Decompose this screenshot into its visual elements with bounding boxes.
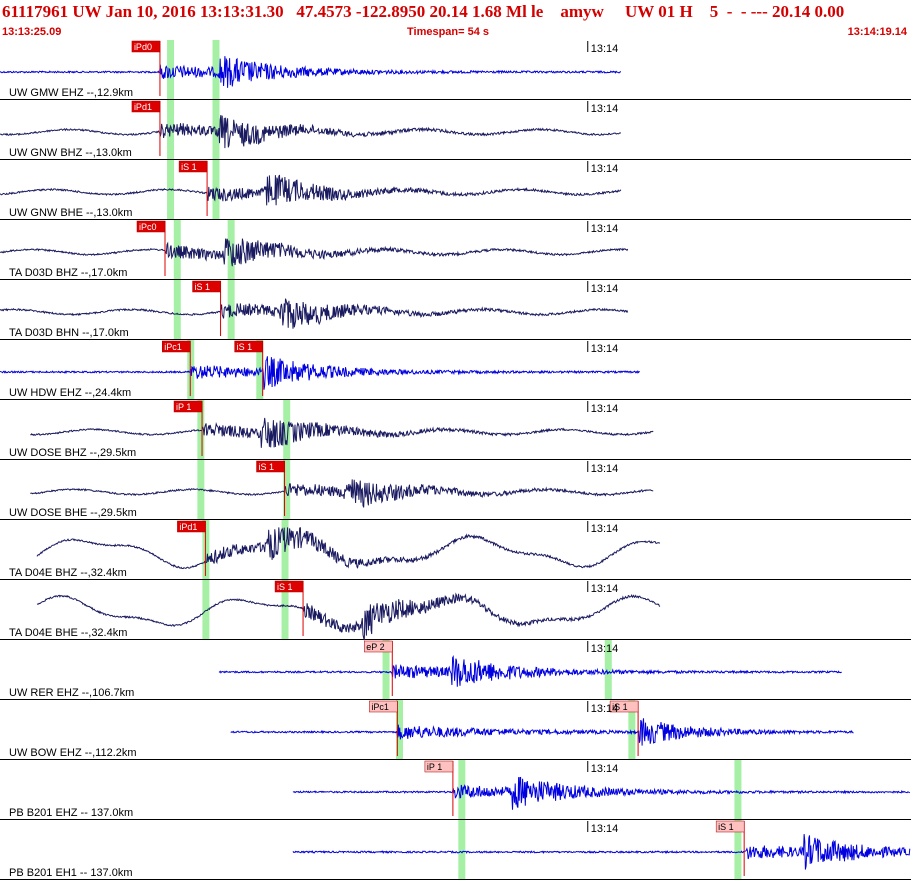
channel-row: eP 2 13:14 UW RER EHZ --,106.7km: [0, 640, 911, 700]
seismic-trace: [36, 592, 661, 641]
pick-label: iS 1: [259, 462, 275, 472]
minute-tick-label: 13:14: [591, 823, 619, 835]
seismic-trace: [36, 527, 660, 570]
phase-window: [173, 280, 181, 339]
channel-label: PB B201 EH1 -- 137.0km: [9, 867, 133, 879]
seismic-trace: [292, 776, 911, 810]
pick-label: iS 1: [718, 822, 734, 832]
end-time: 13:14:19.14: [847, 26, 907, 38]
seismic-trace: [292, 834, 911, 870]
seismic-trace: [0, 298, 629, 329]
channel-row: iS 1 13:14 UW DOSE BHE --,29.5km: [0, 460, 911, 520]
channel-label: UW GMW EHZ --,12.9km: [9, 87, 133, 99]
channel-label: UW DOSE BHE --,29.5km: [9, 507, 137, 519]
seismic-trace: [230, 718, 854, 746]
pick-label: iPc1: [371, 702, 389, 712]
minute-tick-label: 13:14: [591, 703, 619, 715]
seismic-trace: [30, 479, 654, 508]
channel-label: UW HDW EHZ --,24.4km: [9, 387, 131, 399]
channel-row: iPc0 13:14 TA D03D BHZ --,17.0km: [0, 220, 911, 280]
minute-tick-label: 13:14: [591, 763, 619, 775]
channel-row: iPd1 13:14 UW GNW BHZ --,13.0km: [0, 100, 911, 160]
pick-label: iP 1: [427, 762, 442, 772]
minute-tick-label: 13:14: [591, 223, 619, 235]
channel-row: iPc1 iS 1 13:14 UW HDW EHZ --,24.4km: [0, 340, 911, 400]
channel-label: PB B201 EHZ -- 137.0km: [9, 807, 133, 819]
channel-row: iPc1 iS 113:14UW BOW EHZ --,112.2km: [0, 700, 911, 760]
pick-label: eP 2: [366, 642, 384, 652]
pick-label: iS 1: [277, 582, 293, 592]
seismic-trace: [0, 56, 622, 88]
seismic-trace: [0, 238, 629, 267]
channel-label: UW DOSE BHZ --,29.5km: [9, 447, 136, 459]
seismic-trace: [30, 417, 654, 448]
channel-label: TA D03D BHN --,17.0km: [9, 327, 129, 339]
minute-tick-label: 13:14: [591, 43, 619, 55]
seismic-trace: [0, 174, 622, 206]
seismic-trace: [0, 115, 621, 149]
minute-tick-label: 13:14: [591, 403, 619, 415]
minute-tick-label: 13:14: [591, 583, 619, 595]
seismogram-panel: iPd0 13:14UW GMW EHZ --,12.9kmiPd1 13:14UW…: [0, 40, 911, 880]
phase-window: [458, 820, 466, 879]
channel-label: TA D04E BHZ --,32.4km: [9, 567, 127, 579]
channel-row: iS 1 13:14 PB B201 EH1 -- 137.0km: [0, 820, 911, 880]
channel-row: iS 1 13:14 TA D03D BHN --,17.0km: [0, 280, 911, 340]
channel-row: iS 1 13:14 TA D04E BHE --,32.4km: [0, 580, 911, 641]
minute-tick-label: 13:14: [591, 463, 619, 475]
minute-tick-label: 13:14: [591, 283, 619, 295]
channel-label: UW RER EHZ --,106.7km: [9, 687, 134, 699]
start-time: 13:13:25.09: [2, 26, 62, 38]
pick-label: iP 1: [176, 402, 191, 412]
pick-label: iS 1: [181, 162, 197, 172]
event-title: 61117961 UW Jan 10, 2016 13:13:31.30 47.…: [2, 2, 845, 21]
pick-label: iPc1: [164, 342, 182, 352]
minute-tick-label: 13:14: [591, 163, 619, 175]
minute-tick-label: 13:14: [591, 343, 619, 355]
pick-label: iPc0: [139, 222, 157, 232]
pick-label: iS 1: [195, 282, 211, 292]
minute-tick-label: 13:14: [591, 523, 619, 535]
channel-label: UW GNW BHZ --,13.0km: [9, 147, 132, 159]
minute-tick-label: 13:14: [591, 643, 619, 655]
seismic-trace: [218, 654, 842, 687]
seismic-trace: [0, 356, 640, 390]
timespan-label: Timespan= 54 s: [407, 26, 490, 38]
channel-label: TA D04E BHE --,32.4km: [9, 627, 127, 639]
phase-window: [212, 40, 220, 99]
channel-row: iPd1 13:14 TA D04E BHZ --,32.4km: [0, 520, 911, 580]
channel-label: UW BOW EHZ --,112.2km: [9, 747, 137, 759]
channel-label: TA D03D BHZ --,17.0km: [9, 267, 127, 279]
minute-tick-label: 13:14: [591, 103, 619, 115]
phase-window: [734, 760, 742, 819]
event-header: 61117961 UW Jan 10, 2016 13:13:31.30 47.…: [0, 0, 911, 40]
pick-label: iPd1: [179, 522, 197, 532]
channel-row: iP 1 13:14 PB B201 EHZ -- 137.0km: [0, 760, 911, 820]
channel-label: UW GNW BHE --,13.0km: [9, 207, 132, 219]
pick-label: iS 1: [237, 342, 253, 352]
channel-row: iPd0 13:14 UW GMW EHZ --,12.9km: [0, 40, 911, 100]
pick-label: iPd0: [134, 42, 152, 52]
channel-row: iS 1 13:14 UW GNW BHE --,13.0km: [0, 160, 911, 220]
channel-row: iP 1 13:14 UW DOSE BHZ --,29.5km: [0, 400, 911, 460]
pick-label: iPd1: [134, 102, 152, 112]
